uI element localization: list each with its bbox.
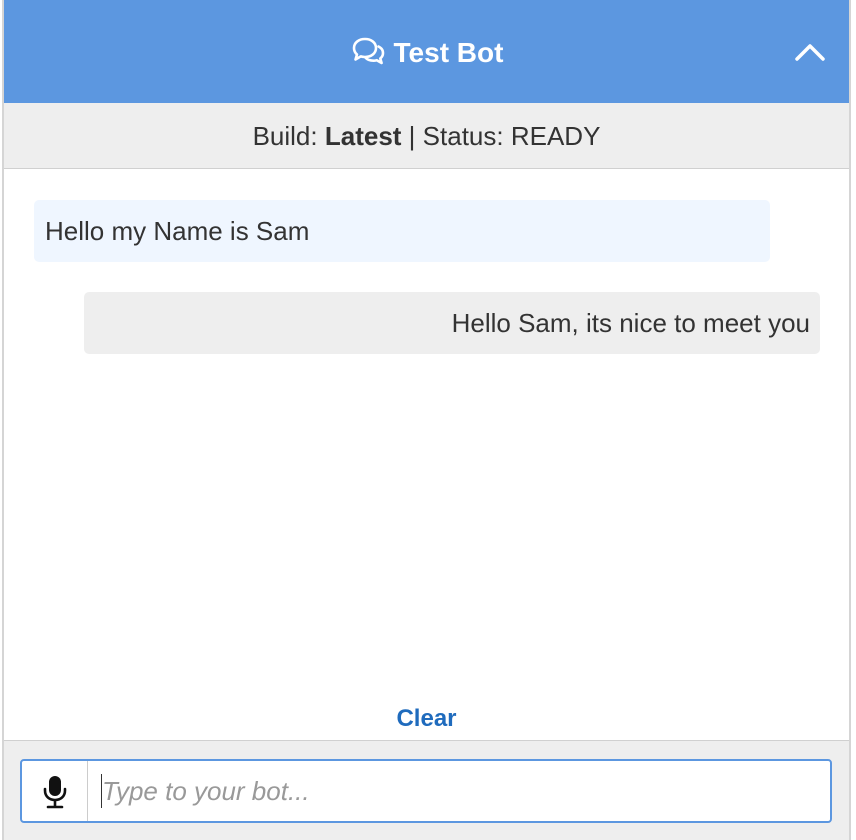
- build-label: Build:: [252, 121, 318, 151]
- chat-bubbles-icon: [352, 37, 384, 65]
- microphone-button[interactable]: [22, 761, 88, 821]
- build-status-bar: Build: Latest | Status: READY: [4, 103, 849, 169]
- clear-button[interactable]: Clear: [4, 704, 849, 734]
- status-value: READY: [510, 121, 601, 151]
- bot-message: Hello Sam, its nice to meet you: [84, 292, 820, 354]
- status-label: Status:: [422, 121, 504, 151]
- input-area: [4, 740, 849, 840]
- test-bot-panel: Test Bot Build: Latest | Status: READY H…: [2, 0, 851, 840]
- status-separator: |: [408, 121, 416, 151]
- header-title-text: Test Bot: [393, 37, 504, 68]
- collapse-button[interactable]: [793, 38, 827, 64]
- message-input-box: [20, 759, 832, 823]
- chevron-up-icon: [795, 44, 825, 61]
- header-title: Test Bot: [4, 36, 849, 70]
- build-value: Latest: [324, 121, 402, 151]
- header-bar: Test Bot: [4, 0, 849, 103]
- message-input[interactable]: [102, 769, 812, 813]
- microphone-icon: [43, 776, 67, 809]
- message-list: Hello my Name is Sam Hello Sam, its nice…: [4, 170, 849, 740]
- user-message: Hello my Name is Sam: [34, 200, 770, 262]
